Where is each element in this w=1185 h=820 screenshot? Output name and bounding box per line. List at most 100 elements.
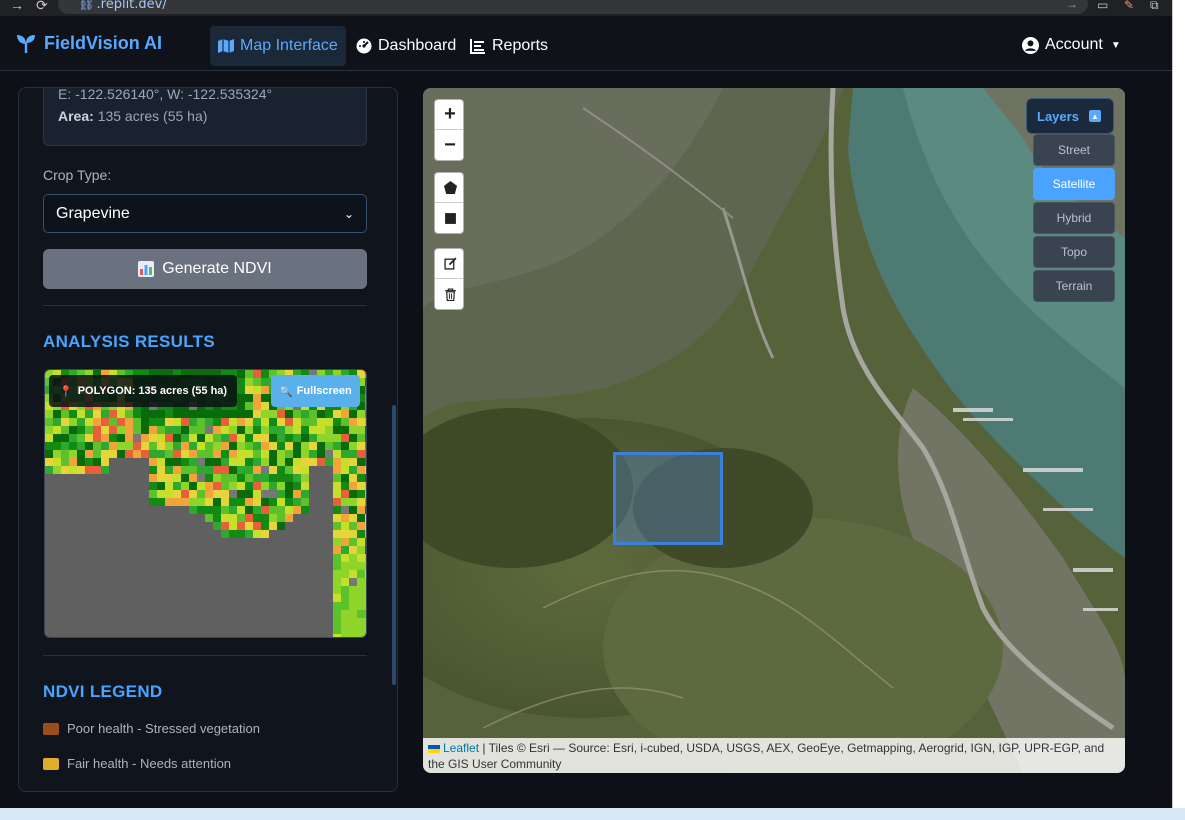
ndvi-cell — [229, 458, 237, 466]
ndvi-cell — [157, 466, 165, 474]
nav-map-interface[interactable]: Map Interface — [210, 26, 346, 66]
ndvi-cell — [109, 450, 117, 458]
area-of-interest-polygon[interactable] — [613, 452, 723, 545]
ndvi-cell — [245, 490, 253, 498]
ndvi-cell — [165, 410, 173, 418]
go-arrow-icon[interactable]: → — [1066, 0, 1078, 11]
ndvi-cell — [357, 578, 365, 586]
ndvi-cell — [285, 458, 293, 466]
ndvi-cell — [205, 426, 213, 434]
nav-label: Map Interface — [240, 37, 338, 54]
ndvi-cell — [325, 442, 333, 450]
bounds-text: E: -122.526140°, W: -122.535324° — [58, 87, 273, 102]
ndvi-cell — [173, 450, 181, 458]
ndvi-cell — [77, 458, 85, 466]
ndvi-cell — [157, 498, 165, 506]
ndvi-cell — [93, 450, 101, 458]
nav-dashboard[interactable]: Dashboard — [348, 26, 464, 66]
legend-swatch — [43, 757, 59, 770]
ndvi-cell — [285, 514, 293, 522]
ndvi-cell — [325, 458, 333, 466]
ndvi-cell — [261, 498, 269, 506]
ndvi-cell — [53, 442, 61, 450]
zoom-in-button[interactable]: + — [435, 100, 463, 130]
ndvi-cell — [245, 386, 253, 394]
ndvi-cell — [261, 474, 269, 482]
ndvi-cell — [77, 434, 85, 442]
layer-satellite-button[interactable]: Satellite — [1033, 168, 1115, 200]
ndvi-cell — [277, 442, 285, 450]
ndvi-cell — [333, 618, 341, 626]
ndvi-cell — [181, 466, 189, 474]
address-bar[interactable]: ⛓ .replit.dev/ → — [58, 0, 1088, 14]
ndvi-cell — [245, 394, 253, 402]
crop-type-select[interactable]: Grapevine ⌄ — [43, 194, 367, 233]
layers-toggle[interactable]: Layers ▲ — [1026, 98, 1114, 134]
ndvi-cell — [93, 410, 101, 418]
ndvi-cell — [285, 490, 293, 498]
ndvi-cell — [293, 450, 301, 458]
ndvi-cell — [277, 450, 285, 458]
ndvi-cell — [365, 498, 366, 506]
ndvi-cell — [301, 482, 309, 490]
layer-hybrid-button[interactable]: Hybrid — [1033, 202, 1115, 234]
map-view[interactable]: + − Layers ▲ Street Satellite Hybrid Top… — [423, 88, 1125, 773]
reload-icon[interactable]: ⟳ — [36, 0, 48, 14]
sidebar-scrollbar[interactable] — [392, 405, 396, 685]
forward-icon[interactable]: → — [10, 0, 24, 13]
ndvi-cell — [365, 554, 366, 562]
link-icon: ⛓ — [78, 0, 95, 12]
extension-icon[interactable]: ✎ — [1124, 0, 1134, 12]
chart-icon — [138, 261, 155, 277]
ndvi-cell — [333, 586, 341, 594]
edit-toolbar — [434, 248, 464, 310]
ndvi-cell — [277, 458, 285, 466]
page-scrollbar[interactable] — [1172, 0, 1185, 808]
ndvi-cell — [221, 458, 229, 466]
nav-reports[interactable]: Reports — [462, 26, 556, 66]
ndvi-cell — [109, 434, 117, 442]
ndvi-cell — [253, 506, 261, 514]
ndvi-cell — [221, 514, 229, 522]
ndvi-cell — [117, 426, 125, 434]
ndvi-cell — [181, 498, 189, 506]
screen-icon[interactable]: ▭ — [1097, 0, 1108, 12]
ndvi-cell — [85, 442, 93, 450]
ndvi-cell — [365, 634, 366, 637]
leaflet-link[interactable]: Leaflet — [443, 741, 479, 755]
share-icon[interactable]: ⧉ — [1150, 0, 1159, 13]
ndvi-cell — [357, 546, 365, 554]
generate-ndvi-button[interactable]: Generate NDVI — [43, 249, 367, 289]
brand[interactable]: FieldVision AI — [16, 33, 162, 54]
layer-topo-button[interactable]: Topo — [1033, 236, 1115, 268]
ndvi-cell — [221, 474, 229, 482]
ndvi-cell — [173, 418, 181, 426]
ndvi-cell — [149, 490, 157, 498]
edit-layers-button[interactable] — [435, 249, 463, 279]
ndvi-cell — [309, 458, 317, 466]
fullscreen-button[interactable]: 🔍 Fullscreen — [271, 375, 360, 407]
ndvi-cell — [325, 426, 333, 434]
ndvi-cell — [357, 522, 365, 530]
ndvi-cell — [237, 530, 245, 538]
draw-polygon-button[interactable] — [435, 173, 463, 203]
ndvi-cell — [261, 386, 269, 394]
ndvi-cell — [149, 426, 157, 434]
ndvi-result-map[interactable]: 📍 POLYGON: 135 acres (55 ha) 🔍 Fullscree… — [44, 369, 367, 638]
account-menu[interactable]: Account ▼ — [1022, 36, 1121, 54]
draw-rectangle-button[interactable] — [435, 203, 463, 233]
ndvi-cell — [101, 442, 109, 450]
zoom-out-button[interactable]: − — [435, 130, 463, 160]
legend-label: Poor health - Stressed vegetation — [67, 721, 260, 736]
ndvi-cell — [93, 458, 101, 466]
ndvi-cell — [213, 490, 221, 498]
layer-street-button[interactable]: Street — [1033, 134, 1115, 166]
ndvi-cell — [221, 506, 229, 514]
ndvi-cell — [365, 570, 366, 578]
ndvi-cell — [229, 498, 237, 506]
ndvi-cell — [221, 442, 229, 450]
ndvi-cell — [357, 410, 365, 418]
delete-layers-button[interactable] — [435, 279, 463, 309]
ukraine-flag-icon — [428, 744, 440, 753]
layer-terrain-button[interactable]: Terrain — [1033, 270, 1115, 302]
